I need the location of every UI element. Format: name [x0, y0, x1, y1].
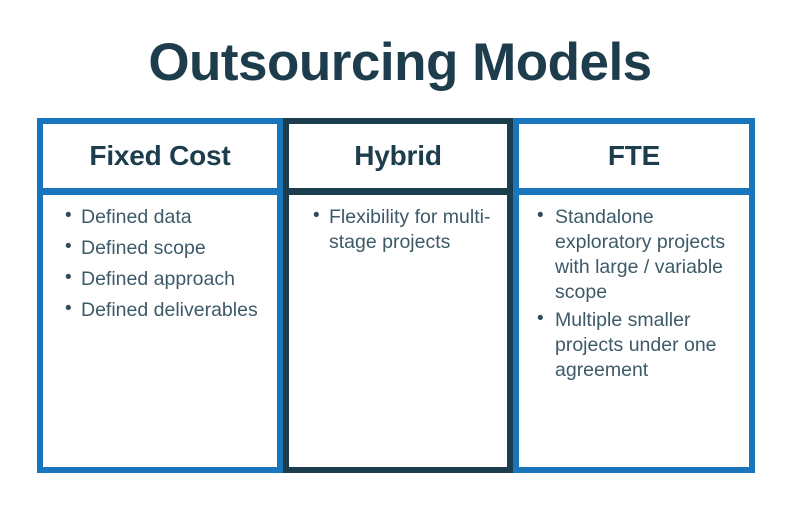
column-header-label: Fixed Cost: [89, 139, 231, 171]
list-item: Defined scope: [59, 235, 269, 261]
bullet-list-fixed-cost: Defined data Defined scope Defined appro…: [59, 204, 269, 323]
page-title: Outsourcing Models: [148, 33, 652, 92]
outsourcing-models-table: Fixed Cost Defined data Defined scope De…: [37, 118, 755, 473]
column-header-fte: FTE: [519, 124, 749, 188]
column-fte[interactable]: FTE Standalone exploratory projects with…: [513, 118, 755, 473]
list-item: Defined approach: [59, 266, 269, 292]
column-header-fixed-cost: Fixed Cost: [43, 124, 277, 188]
list-item: Flexibility for multi-stage projects: [307, 204, 499, 255]
column-body-fte: Standalone exploratory projects with lar…: [519, 195, 749, 467]
column-body-fixed-cost: Defined data Defined scope Defined appro…: [43, 195, 277, 467]
column-header-label: Hybrid: [354, 139, 442, 171]
column-hybrid[interactable]: Hybrid Flexibility for multi-stage proje…: [283, 118, 513, 473]
column-header-hybrid: Hybrid: [289, 124, 507, 188]
column-header-label: FTE: [607, 139, 661, 171]
slide-canvas: Outsourcing Models Fixed Cost Defined da…: [0, 0, 800, 525]
list-item: Multiple smaller projects under one agre…: [531, 307, 741, 383]
bullet-list-hybrid: Flexibility for multi-stage projects: [307, 204, 499, 255]
bullet-list-fte: Standalone exploratory projects with lar…: [531, 204, 741, 383]
list-item: Defined deliverables: [59, 297, 269, 323]
column-body-hybrid: Flexibility for multi-stage projects: [289, 195, 507, 467]
column-fixed-cost[interactable]: Fixed Cost Defined data Defined scope De…: [37, 118, 283, 473]
list-item: Standalone exploratory projects with lar…: [531, 204, 741, 305]
list-item: Defined data: [59, 204, 269, 230]
